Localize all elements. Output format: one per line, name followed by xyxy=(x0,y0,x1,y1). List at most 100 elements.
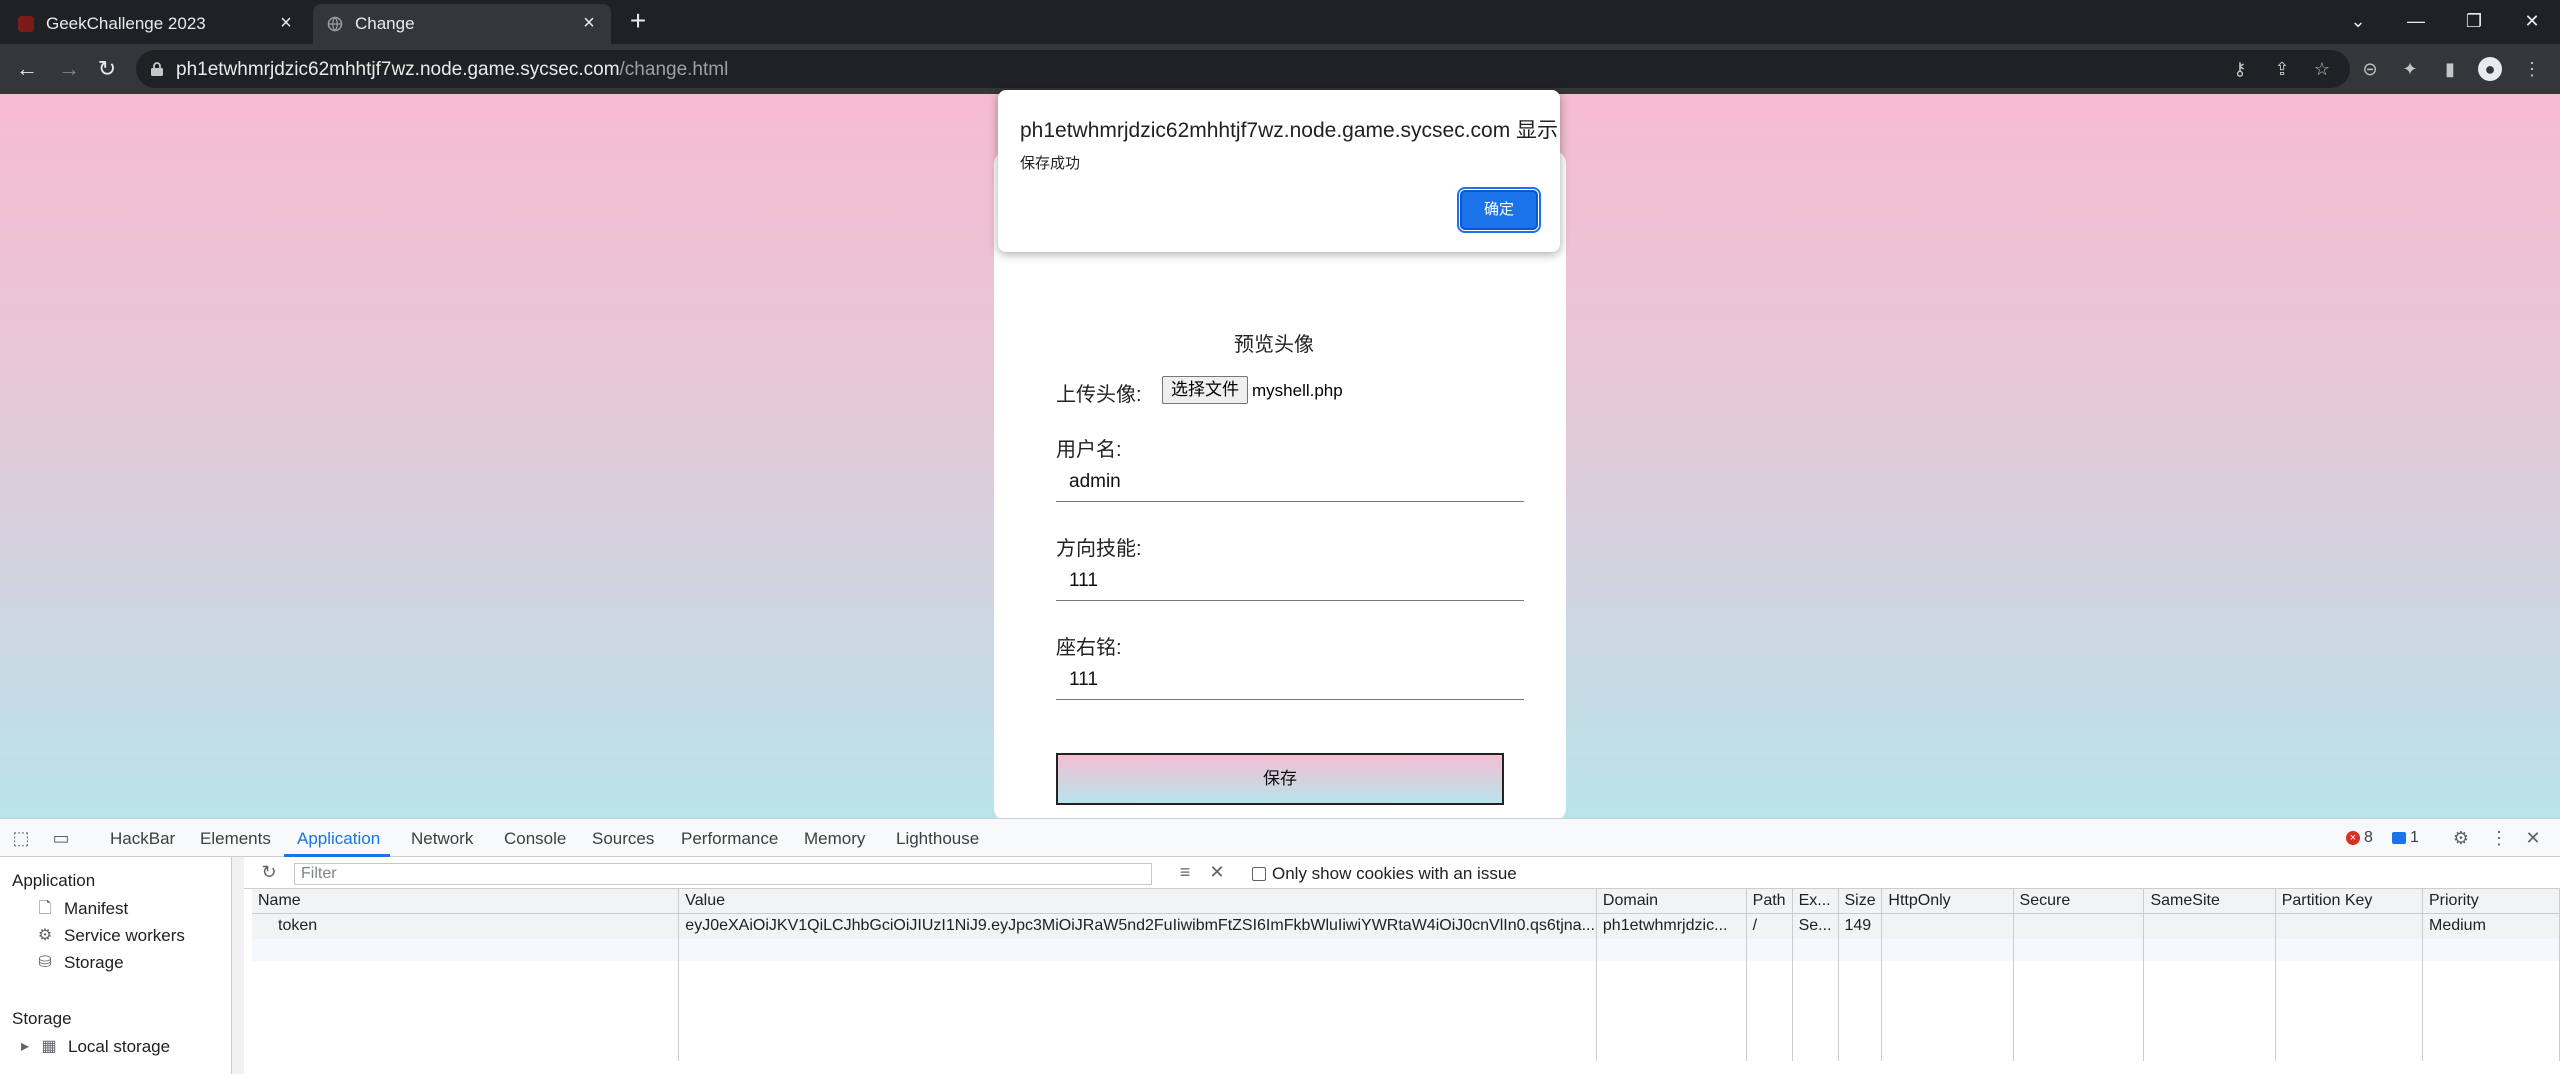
cookies-pane: ↻ Filter ≡ ✕ Only show cookies with an i… xyxy=(244,857,2560,1074)
minimize-icon[interactable]: — xyxy=(2396,6,2436,36)
choose-file-button[interactable]: 选择文件 xyxy=(1162,376,1248,404)
refresh-icon[interactable]: ↻ xyxy=(258,861,280,883)
dialog-origin-text: ph1etwhmrjdzic62mhhtjf7wz.node.game.sycs… xyxy=(1020,119,1559,142)
column-header-httponly[interactable]: HttpOnly xyxy=(1881,889,2014,914)
devtools-menu-icon[interactable]: ⋮ xyxy=(2488,827,2510,849)
column-header-secure[interactable]: Secure xyxy=(2013,889,2145,914)
cookie-size-cell: 149 xyxy=(1838,913,1883,939)
close-devtools-icon[interactable]: ✕ xyxy=(2522,827,2544,849)
only-issue-checkbox[interactable]: Only show cookies with an issue xyxy=(1252,864,1517,884)
devtools-tab-sources[interactable]: Sources xyxy=(592,829,654,849)
devtools-tab-console[interactable]: Console xyxy=(504,829,566,849)
alert-dialog: ph1etwhmrjdzic62mhhtjf7wz.node.game.sycs… xyxy=(998,90,1560,252)
avatar-preview-image: 预览头像 xyxy=(1234,334,1314,356)
checkbox-box[interactable] xyxy=(1252,867,1266,881)
devtools-tab-lighthouse[interactable]: Lighthouse xyxy=(896,829,979,849)
tab-search-icon[interactable]: ⌄ xyxy=(2338,6,2378,36)
column-header-domain[interactable]: Domain xyxy=(1596,889,1747,914)
motto-label: 座右铭: xyxy=(1056,637,1122,659)
reload-icon[interactable]: ↻ xyxy=(92,54,122,84)
message-icon xyxy=(2392,832,2406,844)
devtools-tab-hackbar[interactable]: HackBar xyxy=(110,829,175,849)
lock-icon xyxy=(151,62,163,76)
column-header-path[interactable]: Path xyxy=(1746,889,1793,914)
sidebar-item-label: Manifest xyxy=(64,899,129,918)
back-icon[interactable]: ← xyxy=(12,54,42,84)
sidebar-item-manifest[interactable]: 🗋 Manifest xyxy=(36,899,129,919)
extensions-puzzle-icon[interactable]: ✦ xyxy=(2398,57,2422,81)
devtools-tab-bar: ⬚ ▭ HackBar Elements Application Network… xyxy=(0,819,2560,857)
gears-icon: ⚙ xyxy=(37,927,53,944)
settings-gear-icon[interactable]: ⚙ xyxy=(2450,827,2472,849)
sidebar-item-storage[interactable]: ⛁ Storage xyxy=(36,953,124,973)
cookie-path-cell: / xyxy=(1746,913,1793,939)
device-toolbar-icon[interactable]: ▭ xyxy=(50,827,72,849)
new-tab-button[interactable]: + xyxy=(624,7,652,36)
cookie-name-cell: token xyxy=(252,913,680,939)
dialog-ok-button[interactable]: 确定 xyxy=(1457,187,1541,233)
tab-title: Change xyxy=(355,14,415,33)
tab-geekchallenge[interactable]: GeekChallenge 2023 × xyxy=(18,4,308,44)
table-row xyxy=(252,939,2560,961)
sidebar-scrollbar[interactable] xyxy=(232,857,244,1074)
restore-icon[interactable]: ❐ xyxy=(2454,6,2494,36)
close-tab-icon[interactable]: × xyxy=(579,13,599,33)
bookmark-star-icon[interactable]: ☆ xyxy=(2310,57,2334,81)
sidebar-header-application: Application xyxy=(12,871,96,890)
share-icon[interactable]: ⇪ xyxy=(2270,57,2294,81)
window-close-icon[interactable]: ✕ xyxy=(2512,6,2552,36)
database-icon: ⛁ xyxy=(38,954,52,971)
url-host: ph1etwhmrjdzic62mhhtjf7wz.node.game.sycs… xyxy=(176,59,620,80)
skill-input[interactable]: 111 xyxy=(1056,561,1524,601)
tab-change[interactable]: Change × xyxy=(313,4,611,44)
column-header-size[interactable]: Size xyxy=(1838,889,1883,914)
cookie-filter-input[interactable]: Filter xyxy=(294,863,1152,885)
devtools-tab-elements[interactable]: Elements xyxy=(200,829,271,849)
sidebar-item-service-workers[interactable]: ⚙ Service workers xyxy=(36,926,185,946)
forward-icon[interactable]: → xyxy=(54,54,84,84)
error-icon: × xyxy=(2346,831,2360,845)
cookie-secure-cell xyxy=(2013,913,2145,939)
table-row[interactable]: token eyJ0eXAiOiJKV1QiLCJhbGciOiJIUzI1Ni… xyxy=(252,913,2560,939)
column-header-priority[interactable]: Priority xyxy=(2422,889,2560,914)
table-grid-icon: ▦ xyxy=(41,1038,57,1055)
page-viewport: 预览头像 上传头像: 选择文件 myshell.php 用户名: admin 方… xyxy=(0,90,2560,822)
motto-input[interactable]: 111 xyxy=(1056,660,1524,700)
side-panel-icon[interactable]: ▮ xyxy=(2438,57,2462,81)
column-header-name[interactable]: Name xyxy=(252,889,680,914)
message-count-badge[interactable]: 1 xyxy=(2392,829,2419,847)
url-path: /change.html xyxy=(619,59,729,80)
sidebar-item-local-storage[interactable]: ▸ ▦ Local storage xyxy=(20,1037,170,1057)
error-count-badge[interactable]: × 8 xyxy=(2346,829,2373,847)
profile-avatar-icon[interactable]: ● xyxy=(2478,57,2502,81)
column-header-partition-key[interactable]: Partition Key xyxy=(2275,889,2424,914)
key-icon[interactable]: ⚷ xyxy=(2228,57,2252,81)
inspect-element-icon[interactable]: ⬚ xyxy=(10,827,32,849)
skill-label: 方向技能: xyxy=(1056,538,1142,560)
cookie-httponly-cell xyxy=(1881,913,2014,939)
message-count: 1 xyxy=(2410,829,2419,846)
column-header-samesite[interactable]: SameSite xyxy=(2143,889,2276,914)
username-input[interactable]: admin xyxy=(1056,462,1524,502)
extension-status-icon[interactable]: ⊝ xyxy=(2358,57,2382,81)
devtools-tab-memory[interactable]: Memory xyxy=(804,829,865,849)
devtools-tab-network[interactable]: Network xyxy=(411,829,473,849)
devtools-tab-performance[interactable]: Performance xyxy=(681,829,778,849)
address-bar[interactable]: ph1etwhmrjdzic62mhhtjf7wz.node.game.sycs… xyxy=(136,50,2350,88)
save-button[interactable]: 保存 xyxy=(1056,753,1504,805)
sidebar-item-label: Storage xyxy=(64,953,124,972)
table-header-row: Name Value Domain Path Ex... Size HttpOn… xyxy=(252,889,2560,914)
column-header-value[interactable]: Value xyxy=(678,889,1597,914)
more-menu-icon[interactable]: ⋮ xyxy=(2520,57,2544,81)
expand-arrow-icon[interactable]: ▸ xyxy=(20,1038,30,1056)
delete-selected-icon[interactable]: ✕ xyxy=(1206,861,1228,883)
site-favicon-icon xyxy=(18,16,34,32)
devtools-tab-application[interactable]: Application xyxy=(297,829,380,849)
cookie-expires-cell: Se... xyxy=(1792,913,1839,939)
column-header-expires[interactable]: Ex... xyxy=(1792,889,1839,914)
table-row xyxy=(252,961,2560,1061)
sidebar-item-label: Service workers xyxy=(64,926,185,945)
close-tab-icon[interactable]: × xyxy=(276,13,296,33)
browser-tab-strip: GeekChallenge 2023 × Change × + ⌄ — ❐ ✕ xyxy=(0,0,2560,44)
clear-filtered-cookies-icon[interactable]: ≡ xyxy=(1174,861,1196,883)
